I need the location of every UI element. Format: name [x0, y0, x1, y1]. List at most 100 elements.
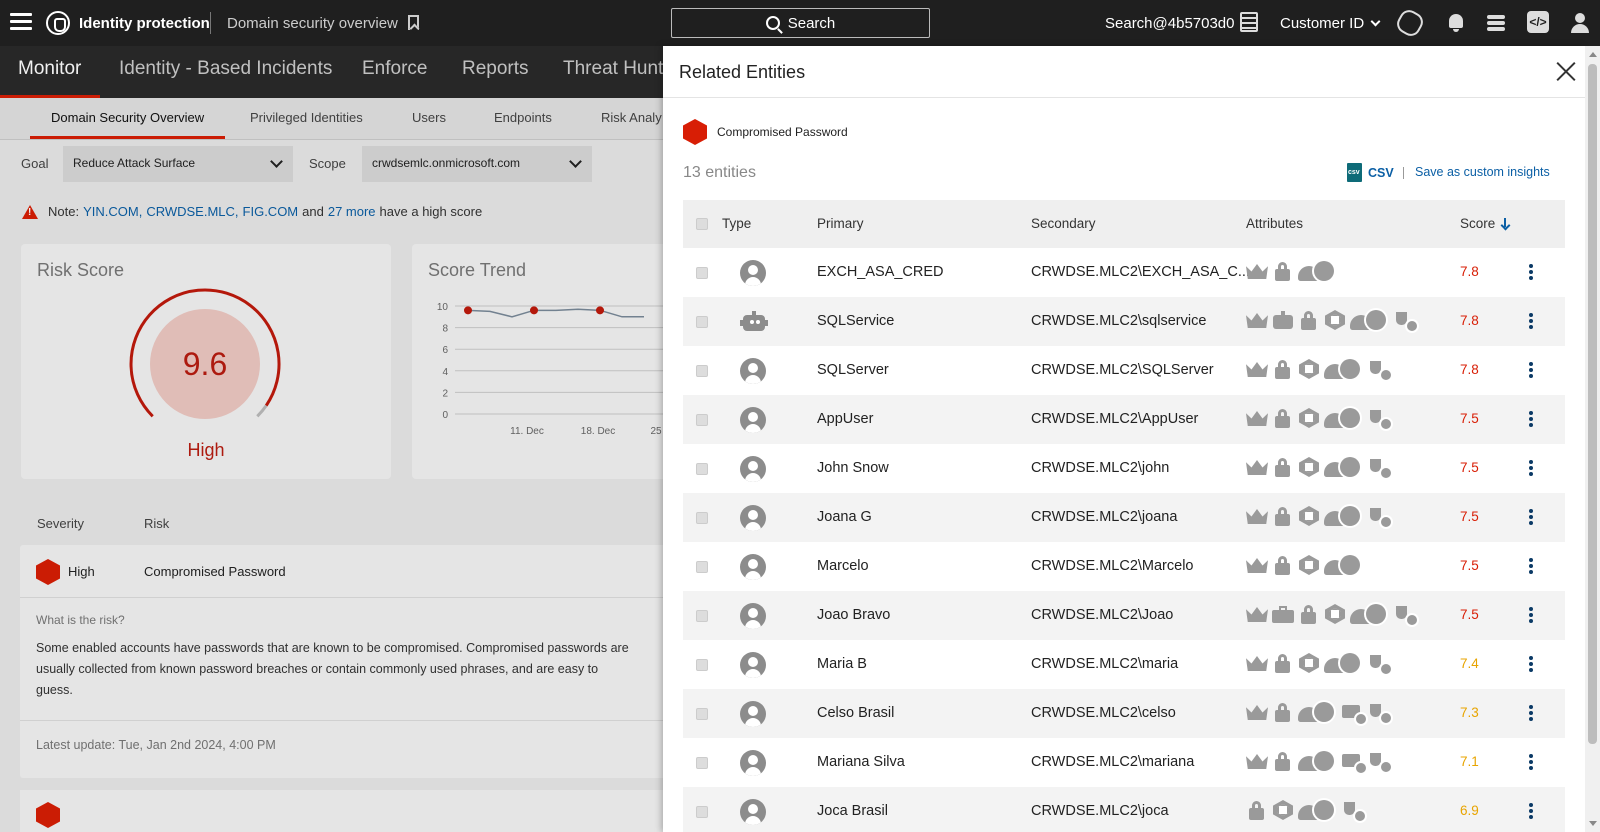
- primary-cell[interactable]: SQLServer: [817, 362, 889, 378]
- hexweb-icon: [1298, 408, 1320, 428]
- primary-cell[interactable]: Joao Bravo: [817, 607, 890, 623]
- select-all-checkbox[interactable]: [696, 218, 708, 230]
- trend-point[interactable]: [596, 306, 604, 315]
- table-row[interactable]: SQLService CRWDSE.MLC2\sqlservice 7.8: [683, 297, 1565, 346]
- primary-cell[interactable]: John Snow: [817, 460, 889, 476]
- row-checkbox[interactable]: [696, 414, 708, 426]
- more-options-icon[interactable]: [1529, 606, 1533, 624]
- csv-export-button[interactable]: CSV: [1347, 163, 1394, 182]
- domain-link[interactable]: CRWDSE.MLC,: [146, 204, 238, 219]
- scroll-down-arrow[interactable]: [1589, 821, 1597, 826]
- row-checkbox[interactable]: [696, 659, 708, 671]
- chevron-down-icon: [569, 155, 582, 168]
- table-row[interactable]: Mariana Silva CRWDSE.MLC2\mariana 7.1: [683, 738, 1565, 787]
- subtab-privileged-identities[interactable]: Privileged Identities: [250, 110, 363, 125]
- table-row[interactable]: SQLServer CRWDSE.MLC2\SQLServer 7.8: [683, 346, 1565, 395]
- table-row[interactable]: Maria B CRWDSE.MLC2\maria 7.4: [683, 640, 1565, 689]
- row-checkbox[interactable]: [696, 561, 708, 573]
- scope-select[interactable]: crwdsemlc.onmicrosoft.com: [362, 146, 592, 182]
- stack-icon[interactable]: [1484, 11, 1508, 35]
- more-options-icon[interactable]: [1529, 802, 1533, 820]
- app-name[interactable]: Identity protection: [79, 15, 210, 32]
- table-row[interactable]: John Snow CRWDSE.MLC2\john 7.5: [683, 444, 1565, 493]
- primary-cell[interactable]: AppUser: [817, 411, 873, 427]
- primary-cell[interactable]: Maria B: [817, 656, 867, 672]
- tab-monitor[interactable]: Monitor: [18, 58, 81, 80]
- bell-icon[interactable]: [1444, 11, 1468, 35]
- more-options-icon[interactable]: [1529, 753, 1533, 771]
- more-options-icon[interactable]: [1529, 557, 1533, 575]
- lock-icon: [1272, 555, 1294, 575]
- subtab-users[interactable]: Users: [412, 110, 446, 125]
- row-checkbox[interactable]: [696, 757, 708, 769]
- primary-cell[interactable]: SQLService: [817, 313, 894, 329]
- subtab-domain-security-overview[interactable]: Domain Security Overview: [51, 110, 204, 125]
- column-attributes[interactable]: Attributes: [1246, 216, 1303, 231]
- column-type[interactable]: Type: [722, 216, 751, 231]
- more-options-icon[interactable]: [1529, 655, 1533, 673]
- tab-reports[interactable]: Reports: [462, 58, 529, 80]
- table-row[interactable]: Joana G CRWDSE.MLC2\joana 7.5: [683, 493, 1565, 542]
- risk-row-next[interactable]: [20, 790, 670, 832]
- row-checkbox[interactable]: [696, 806, 708, 818]
- scroll-thumb[interactable]: [1588, 64, 1597, 744]
- row-checkbox[interactable]: [696, 610, 708, 622]
- tab-enforce[interactable]: Enforce: [362, 58, 427, 80]
- more-options-icon[interactable]: [1529, 410, 1533, 428]
- search-button[interactable]: Search: [671, 8, 930, 38]
- secondary-cell: CRWDSE.MLC2\AppUser: [1031, 411, 1199, 427]
- table-row[interactable]: Joao Bravo CRWDSE.MLC2\Joao 7.5: [683, 591, 1565, 640]
- table-row[interactable]: Marcelo CRWDSE.MLC2\Marcelo 7.5: [683, 542, 1565, 591]
- row-checkbox[interactable]: [696, 365, 708, 377]
- trend-point[interactable]: [464, 306, 472, 315]
- column-primary[interactable]: Primary: [817, 216, 864, 231]
- code-icon[interactable]: </>: [1527, 11, 1549, 33]
- primary-cell[interactable]: Mariana Silva: [817, 754, 905, 770]
- risk-row-expanded[interactable]: High Compromised Password What is the ri…: [20, 545, 670, 778]
- more-options-icon[interactable]: [1529, 263, 1533, 281]
- score-cell: 7.8: [1460, 264, 1479, 279]
- table-row[interactable]: Joca Brasil CRWDSE.MLC2\joca 6.9: [683, 787, 1565, 832]
- primary-cell[interactable]: Marcelo: [817, 558, 869, 574]
- high-severity-icon: [36, 802, 60, 828]
- table-row[interactable]: AppUser CRWDSE.MLC2\AppUser 7.5: [683, 395, 1565, 444]
- primary-cell[interactable]: Joana G: [817, 509, 872, 525]
- save-custom-insights-link[interactable]: Save as custom insights: [1403, 165, 1550, 179]
- domain-link[interactable]: FIG.COM: [243, 204, 299, 219]
- column-score[interactable]: Score: [1460, 216, 1509, 231]
- more-options-icon[interactable]: [1529, 312, 1533, 330]
- table-row[interactable]: Celso Brasil CRWDSE.MLC2\celso 7.3: [683, 689, 1565, 738]
- user-icon[interactable]: [1568, 11, 1592, 35]
- domain-link[interactable]: YIN.COM,: [83, 204, 142, 219]
- more-options-icon[interactable]: [1529, 508, 1533, 526]
- scroll-up-arrow[interactable]: [1589, 52, 1597, 57]
- more-options-icon[interactable]: [1529, 361, 1533, 379]
- column-secondary[interactable]: Secondary: [1031, 216, 1096, 231]
- primary-cell[interactable]: EXCH_ASA_CRED: [817, 264, 944, 280]
- table-row[interactable]: EXCH_ASA_CRED CRWDSE.MLC2\EXCH_ASA_C... …: [683, 248, 1565, 297]
- primary-cell[interactable]: Joca Brasil: [817, 803, 888, 819]
- primary-cell[interactable]: Celso Brasil: [817, 705, 894, 721]
- goal-select[interactable]: Reduce Attack Surface: [63, 146, 293, 182]
- customer-id-dropdown[interactable]: Customer ID: [1280, 15, 1381, 32]
- scrollbar[interactable]: [1585, 46, 1600, 832]
- row-checkbox[interactable]: [696, 463, 708, 475]
- subtab-risk-analysis[interactable]: Risk Analy: [601, 110, 662, 125]
- subtab-endpoints[interactable]: Endpoints: [494, 110, 552, 125]
- more-options-icon[interactable]: [1529, 704, 1533, 722]
- close-icon[interactable]: [1555, 60, 1577, 82]
- tab-threat-hunt[interactable]: Threat Hunt: [563, 58, 663, 80]
- more-options-icon[interactable]: [1529, 459, 1533, 477]
- row-checkbox[interactable]: [696, 512, 708, 524]
- table-icon[interactable]: [1240, 12, 1258, 32]
- falcon-hex-icon[interactable]: [1393, 6, 1427, 40]
- row-checkbox[interactable]: [696, 267, 708, 279]
- bookmark-icon[interactable]: [408, 15, 419, 30]
- tab-identity-based-incidents[interactable]: Identity - Based Incidents: [119, 58, 332, 80]
- row-checkbox[interactable]: [696, 708, 708, 720]
- row-checkbox[interactable]: [696, 316, 708, 328]
- menu-icon[interactable]: [10, 13, 32, 31]
- trend-point[interactable]: [530, 306, 538, 315]
- account-name[interactable]: Search@4b5703d0: [1105, 15, 1235, 32]
- more-domains-link[interactable]: 27 more: [328, 204, 376, 219]
